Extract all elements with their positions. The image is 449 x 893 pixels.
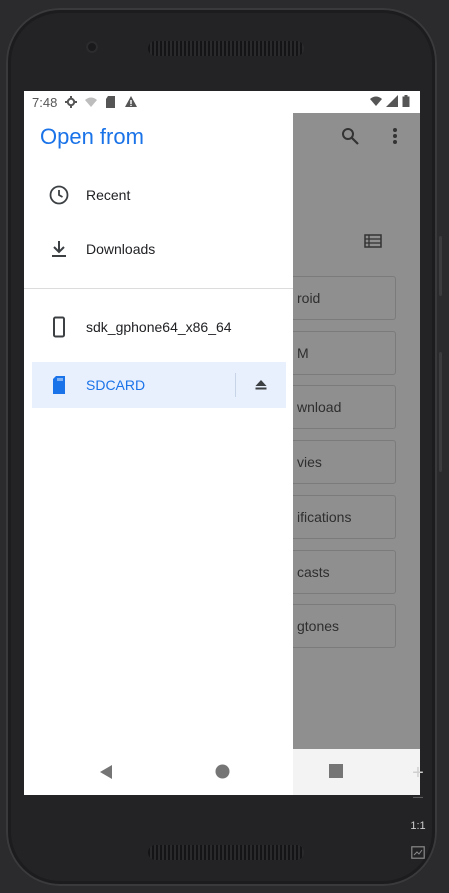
front-camera [86, 41, 98, 53]
eject-icon[interactable] [255, 379, 267, 391]
row-separator [235, 373, 236, 397]
settings-icon [65, 96, 78, 108]
warning-icon [125, 96, 138, 107]
drawer-divider [24, 288, 293, 289]
power-button [439, 352, 442, 472]
signal-icon [386, 95, 398, 107]
bottom-speaker [148, 845, 304, 860]
drawer-item-label: Downloads [86, 241, 156, 257]
drawer-item-sdcard[interactable]: SDCARD [32, 362, 286, 408]
drawer-item-downloads[interactable]: Downloads [24, 226, 293, 272]
folder-label: wnload [297, 399, 342, 415]
clock-icon [49, 185, 69, 205]
system-navigation [24, 749, 420, 795]
download-icon [52, 241, 66, 257]
folder-label: vies [297, 454, 322, 470]
top-speaker [148, 41, 304, 56]
drawer-item-label: SDCARD [86, 377, 146, 393]
sd-card-status-icon [106, 96, 116, 108]
folder-label: ifications [297, 509, 352, 525]
battery-icon [402, 95, 410, 107]
sd-card-icon [53, 376, 65, 394]
drawer-item-label: sdk_gphone64_x86_64 [86, 319, 232, 335]
folder-label: M [297, 345, 309, 361]
more-options-icon[interactable] [392, 127, 398, 145]
back-icon[interactable] [99, 764, 113, 780]
one-to-one-button[interactable]: 1:1 [405, 820, 431, 832]
drawer-item-label: Recent [86, 187, 131, 203]
recents-icon[interactable] [329, 764, 343, 778]
wifi-off-icon [85, 97, 98, 107]
wifi-icon [370, 96, 382, 106]
drawer-item-recent[interactable]: Recent [24, 172, 293, 218]
status-right [370, 95, 410, 107]
folder-label: gtones [297, 618, 340, 634]
drawer-title: Open from [40, 124, 144, 149]
list-view-icon[interactable] [364, 234, 382, 248]
fit-screen-icon[interactable] [411, 846, 425, 859]
navigation-drawer: Open from Recent Downloads sdk_gphone64_… [24, 113, 293, 795]
phone-icon [53, 316, 65, 338]
folder-label: roid [297, 290, 321, 306]
status-time: 7:48 [32, 94, 58, 110]
volume-button [439, 236, 442, 296]
drawer-item-device[interactable]: sdk_gphone64_x86_64 [24, 304, 293, 350]
device-screen: 7:48 roid M wnload vies ifications casts… [24, 91, 420, 795]
home-icon[interactable] [215, 764, 230, 779]
status-bar: 7:48 [24, 91, 420, 113]
folder-label: casts [297, 564, 330, 580]
search-icon[interactable] [341, 127, 359, 145]
